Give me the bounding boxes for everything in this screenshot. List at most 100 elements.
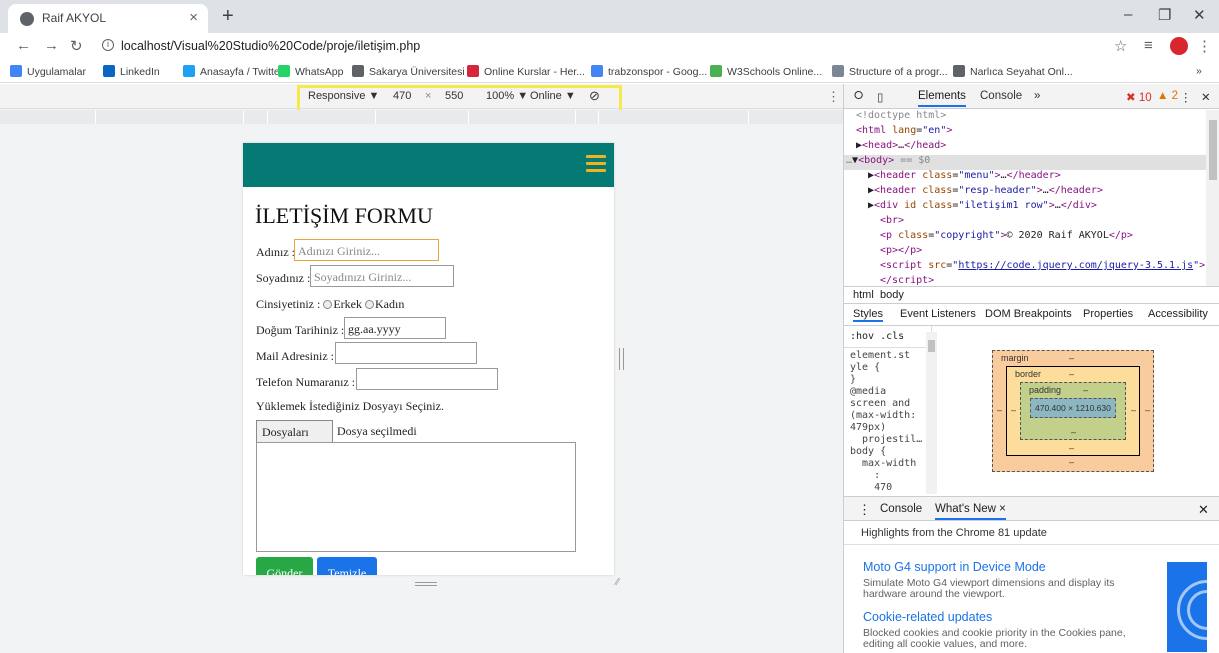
male-label: Erkek xyxy=(333,297,362,311)
reload-icon[interactable]: ↻ xyxy=(70,37,83,55)
dom-node[interactable]: </script> xyxy=(844,275,1206,286)
news-desc-moto: Simulate Moto G4 viewport dimensions and… xyxy=(863,577,1115,600)
resize-handle-bottom[interactable] xyxy=(415,582,437,586)
tab-event-listeners[interactable]: Event Listeners xyxy=(900,308,976,320)
female-radio[interactable] xyxy=(365,300,374,309)
bookmark-linkedin[interactable]: LinkedIn xyxy=(103,65,160,78)
style-rule-line: projestil… xyxy=(850,434,923,445)
structure-icon xyxy=(832,65,844,77)
bookmark-structure[interactable]: Structure of a progr... xyxy=(832,65,948,78)
more-tabs-icon[interactable]: » xyxy=(1034,90,1040,102)
tab-accessibility[interactable]: Accessibility xyxy=(1148,308,1208,320)
name-input[interactable]: Adınızı Giriniz... xyxy=(294,239,439,261)
bookmark-online-kurslar[interactable]: Online Kurslar - Her... xyxy=(467,65,585,78)
drawer-tab-console[interactable]: Console xyxy=(880,503,922,515)
warning-count[interactable]: ▲ 2 xyxy=(1157,90,1178,102)
globe-icon xyxy=(953,65,965,77)
style-rule-line: 470 xyxy=(850,482,893,493)
send-button[interactable]: Gönder xyxy=(256,557,313,575)
style-rule-line: element.st xyxy=(850,350,911,361)
dom-node[interactable]: <p class="copyright">© 2020 Raif AKYOL</… xyxy=(844,230,1206,245)
url-text: localhost/Visual%20Studio%20Code/proje/i… xyxy=(121,39,421,53)
dom-node[interactable]: <br> xyxy=(844,215,1206,230)
dom-scrollbar[interactable] xyxy=(1206,110,1219,286)
back-icon[interactable]: ← xyxy=(16,37,31,54)
phone-input[interactable] xyxy=(356,368,498,390)
divider xyxy=(844,544,1219,545)
hamburger-menu-icon[interactable] xyxy=(586,155,606,173)
devtools-menu-icon[interactable]: ⋮ xyxy=(1180,90,1192,104)
twitter-icon xyxy=(183,65,195,77)
tab-elements[interactable]: Elements xyxy=(918,90,966,107)
crumb-body[interactable]: body xyxy=(880,289,904,301)
drawer-close-icon[interactable]: ✕ xyxy=(1198,502,1209,518)
drawer-tabs: ⋮ Console What's New × ✕ xyxy=(844,496,1219,521)
bookmark-trabzonspor[interactable]: trabzonspor - Goog... xyxy=(591,65,707,78)
devtools-close-icon[interactable]: ✕ xyxy=(1201,90,1211,104)
tab-properties[interactable]: Properties xyxy=(1083,308,1133,320)
bookmark-apps[interactable]: Uygulamalar xyxy=(10,65,86,78)
surname-input[interactable]: Soyadınızı Giriniz... xyxy=(310,265,454,287)
maximize-icon[interactable]: ❐ xyxy=(1158,6,1171,24)
style-rule-line: : xyxy=(850,470,881,481)
dom-tree: <!doctype html> <html lang="en"> ▶<head>…<… xyxy=(844,110,1206,286)
address-bar[interactable]: i localhost/Visual%20Studio%20Code/proje… xyxy=(96,35,1096,59)
minimize-icon[interactable]: – xyxy=(1124,6,1132,23)
dom-node[interactable]: ▶<header class="resp-header">…</header> xyxy=(844,185,1206,200)
dom-node[interactable]: <html lang="en"> xyxy=(844,125,1206,140)
birth-date-input[interactable]: gg.aa.yyyy xyxy=(344,317,446,339)
media-icon[interactable]: ≡ xyxy=(1144,37,1153,54)
dom-node[interactable]: <p></p> xyxy=(844,245,1206,260)
whats-new-illustration xyxy=(1167,562,1207,652)
forward-icon[interactable]: → xyxy=(44,37,59,54)
mail-input[interactable] xyxy=(335,342,477,364)
styles-pane: element.st yle {} @media screen and (max-wid… xyxy=(844,348,924,496)
dom-node[interactable]: <!doctype html> xyxy=(844,110,1206,125)
bookmark-narlica[interactable]: Narlıca Seyahat Onl... xyxy=(953,65,1073,78)
styles-filter[interactable]: :hov .cls xyxy=(844,326,932,348)
bookmark-whatsapp[interactable]: WhatsApp xyxy=(278,65,343,78)
new-tab-button[interactable]: + xyxy=(222,5,234,28)
bookmark-sakarya[interactable]: Sakarya Üniversitesi xyxy=(352,65,465,78)
dom-node[interactable]: <script src="https://code.jquery.com/jqu… xyxy=(844,260,1206,275)
file-choose-button[interactable]: Dosyaları Seç xyxy=(256,420,333,454)
device-menu-icon[interactable]: ⋮ xyxy=(827,89,840,105)
drawer-tab-whats-new[interactable]: What's New × xyxy=(935,503,1006,520)
apps-grid-icon xyxy=(10,65,22,77)
dom-node[interactable]: ▶<header class="menu">…</header> xyxy=(844,170,1206,185)
bookmark-w3schools[interactable]: W3Schools Online... xyxy=(710,65,822,78)
bookmark-star-icon[interactable]: ☆ xyxy=(1114,37,1127,55)
phone-label: Telefon Numaranız : xyxy=(256,375,356,389)
browser-tab[interactable]: Raif AKYOL × xyxy=(8,4,208,33)
error-count[interactable]: ✖ 10 xyxy=(1126,90,1152,104)
drawer-menu-icon[interactable]: ⋮ xyxy=(858,502,871,518)
news-title-moto[interactable]: Moto G4 support in Device Mode xyxy=(863,560,1046,574)
styles-scrollbar[interactable] xyxy=(926,332,937,494)
dom-node[interactable]: …▼<body> == $0 xyxy=(844,155,1206,170)
clear-button[interactable]: Temizle xyxy=(317,557,377,575)
resize-handle-right[interactable] xyxy=(619,348,624,370)
tab-dom-breakpoints[interactable]: DOM Breakpoints xyxy=(985,308,1072,320)
news-title-cookie[interactable]: Cookie-related updates xyxy=(863,610,992,624)
tab-console[interactable]: Console xyxy=(980,90,1022,102)
inspect-icon[interactable]: ⭘ xyxy=(854,90,863,103)
udemy-icon xyxy=(467,65,479,77)
male-radio[interactable] xyxy=(323,300,333,309)
bookmark-twitter[interactable]: Anasayfa / Twitter xyxy=(183,65,283,78)
dom-node[interactable]: ▶<head>…</head> xyxy=(844,140,1206,155)
close-window-icon[interactable]: ✕ xyxy=(1193,6,1206,24)
file-status: Dosya seçilmedi xyxy=(337,424,417,438)
message-textarea[interactable] xyxy=(256,442,576,552)
dom-node[interactable]: ▶<div id class="iletişim1 row">…</div> xyxy=(844,200,1206,215)
info-icon[interactable]: i xyxy=(102,39,114,51)
tab-styles[interactable]: Styles xyxy=(853,308,883,322)
favicon-icon xyxy=(20,12,34,26)
close-tab-icon[interactable]: × xyxy=(189,9,198,26)
crumb-html[interactable]: html xyxy=(853,289,874,301)
device-toggle-icon[interactable]: ▯ xyxy=(877,90,883,104)
devtools-tabs: ⭘ ▯ Elements Console » ✖ 10 ▲ 2 ⋮ ✕ xyxy=(844,84,1219,109)
profile-avatar[interactable] xyxy=(1170,37,1188,55)
more-bookmarks-icon[interactable]: » xyxy=(1196,65,1202,77)
resize-corner-icon[interactable]: ∕∕ xyxy=(616,577,619,588)
menu-kebab-icon[interactable]: ⋮ xyxy=(1197,37,1212,55)
